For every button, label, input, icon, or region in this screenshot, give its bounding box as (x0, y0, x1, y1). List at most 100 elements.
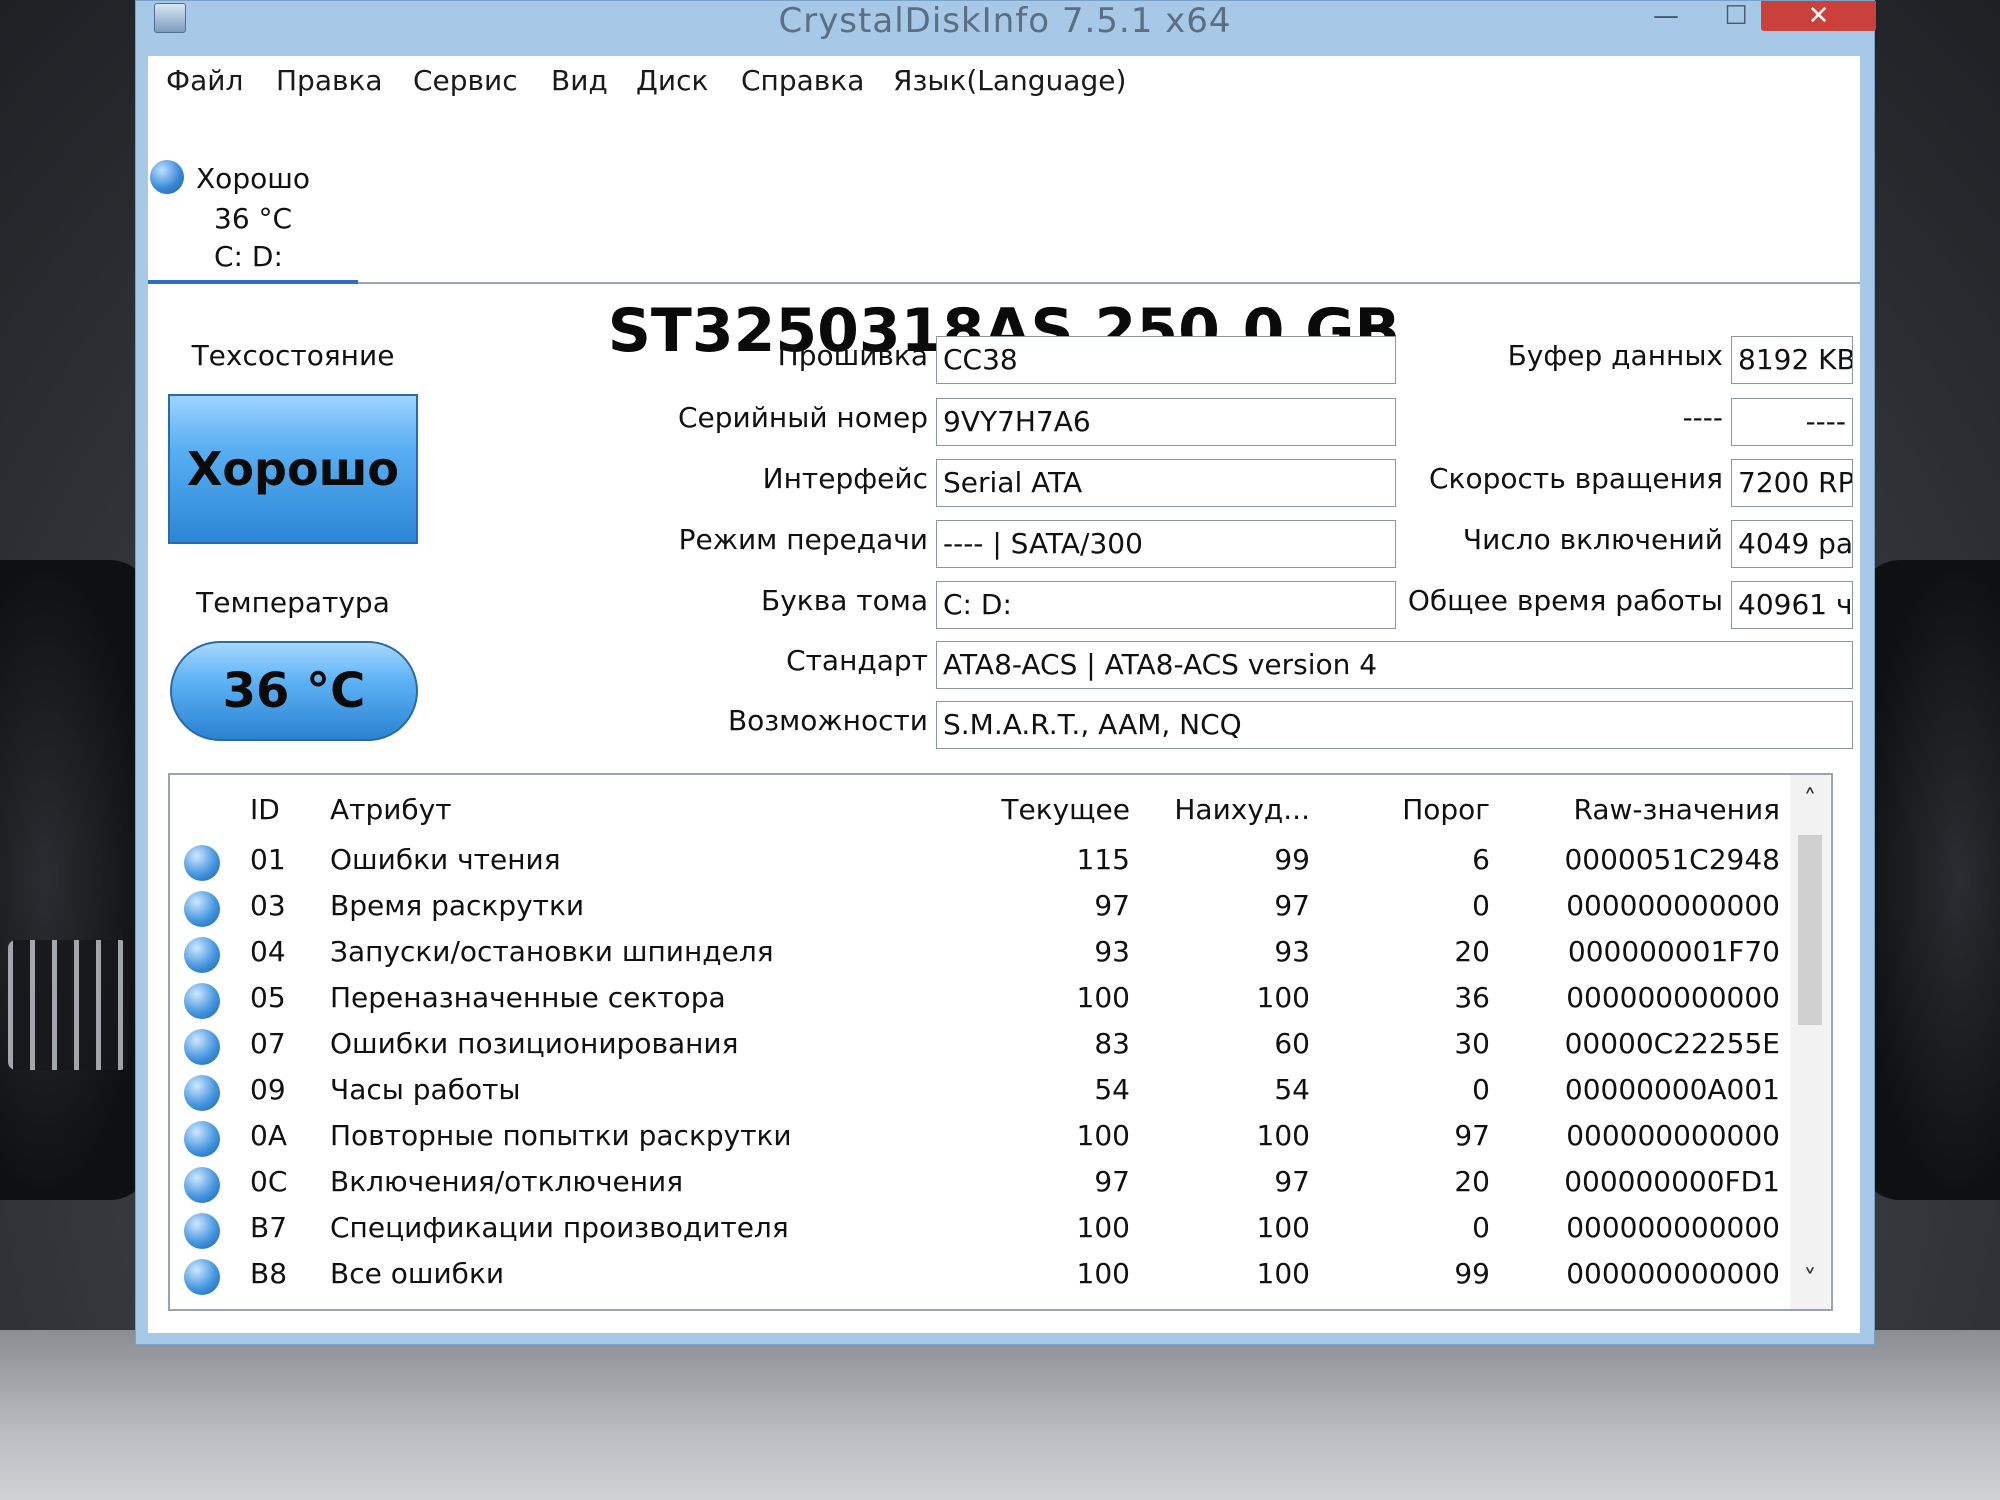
health-label: Техсостояние (191, 339, 395, 372)
row-raw: 000000000000 (1566, 1257, 1780, 1290)
client-area: Файл Правка Сервис Вид Диск Справка Язык… (148, 56, 1860, 1333)
menu-help[interactable]: Справка (741, 64, 864, 97)
row-threshold: 36 (1454, 981, 1490, 1014)
status-dot-icon (184, 983, 220, 1019)
title-bar: CrystalDiskInfo 7.5.1 x64 — ☐ ✕ (136, 1, 1876, 56)
row-attribute: Спецификации производителя (330, 1211, 789, 1244)
close-button[interactable]: ✕ (1761, 1, 1876, 31)
row-current: 97 (1094, 1165, 1130, 1198)
row-current: 83 (1094, 1027, 1130, 1060)
table-row[interactable]: 0A Повторные попытки раскрутки 100 100 97 000… (170, 1115, 1790, 1161)
background-floor (0, 1330, 2000, 1500)
menu-service[interactable]: Сервис (413, 64, 518, 97)
row-current: 54 (1094, 1073, 1130, 1106)
menu-language[interactable]: Язык(Language) (893, 64, 1126, 97)
interface-label: Интерфейс (762, 462, 928, 495)
row-attribute: Повторные попытки раскрутки (330, 1119, 792, 1152)
row-id: 03 (250, 889, 286, 922)
col-header-current[interactable]: Текущее (950, 793, 1130, 826)
features-label: Возможности (727, 704, 928, 737)
row-raw: 000000000000 (1566, 981, 1780, 1014)
menu-view[interactable]: Вид (551, 64, 608, 97)
table-row[interactable]: 0C Включения/отключения 97 97 20 000000000FD1 (170, 1161, 1790, 1207)
features-field: S.M.A.R.T., AAM, NCQ (936, 701, 1853, 749)
table-row[interactable]: B7 Спецификации производителя 100 100 0 00000… (170, 1207, 1790, 1253)
table-row[interactable]: B8 Все ошибки 100 100 99 000000000000 (170, 1253, 1790, 1299)
row-worst: 60 (1274, 1027, 1310, 1060)
row-worst: 100 (1256, 981, 1310, 1014)
nvcache-label: ---- (1682, 401, 1723, 434)
row-worst: 93 (1274, 935, 1310, 968)
table-row[interactable]: 01 Ошибки чтения 115 99 6 0000051C2948 (170, 839, 1790, 885)
row-id: B8 (250, 1257, 288, 1290)
background-car-right (1860, 560, 2000, 1200)
row-threshold: 0 (1472, 889, 1490, 922)
disk-tab-temp: 36 °C (214, 202, 293, 235)
col-header-id[interactable]: ID (250, 793, 280, 826)
row-threshold: 99 (1454, 1257, 1490, 1290)
row-id: 04 (250, 935, 286, 968)
buffer-label: Буфер данных (1507, 339, 1723, 372)
table-row[interactable]: 09 Часы работы 54 54 0 00000000A001 (170, 1069, 1790, 1115)
row-id: 07 (250, 1027, 286, 1060)
row-worst: 100 (1256, 1211, 1310, 1244)
disk-selector-bar: Хорошо 36 °C C: D: (148, 104, 1860, 284)
rotation-rate-field: 7200 RPM (1731, 459, 1853, 507)
table-row[interactable]: 04 Запуски/остановки шпинделя 93 93 20 000000… (170, 931, 1790, 977)
volume-letter-label: Буква тома (761, 584, 928, 617)
menu-edit[interactable]: Правка (276, 64, 383, 97)
status-dot-icon (184, 845, 220, 881)
row-worst: 97 (1274, 889, 1310, 922)
minimize-button[interactable]: — (1636, 1, 1696, 31)
table-row[interactable]: 07 Ошибки позиционирования 83 60 30 00000C222… (170, 1023, 1790, 1069)
standard-label: Стандарт (786, 644, 928, 677)
row-raw: 00000000A001 (1564, 1073, 1780, 1106)
row-id: 09 (250, 1073, 286, 1106)
buffer-field: 8192 KB (1731, 336, 1853, 384)
row-worst: 100 (1256, 1119, 1310, 1152)
health-status-button[interactable]: Хорошо (168, 394, 418, 544)
transfer-mode-label: Режим передачи (678, 523, 928, 556)
col-header-threshold[interactable]: Порог (1360, 793, 1490, 826)
row-current: 100 (1076, 1211, 1130, 1244)
scroll-up-icon[interactable]: ˄ (1790, 785, 1830, 815)
row-threshold: 0 (1472, 1073, 1490, 1106)
status-dot-icon (184, 1075, 220, 1111)
row-attribute: Запуски/остановки шпинделя (330, 935, 774, 968)
menu-file[interactable]: Файл (166, 64, 243, 97)
col-header-attribute[interactable]: Атрибут (330, 793, 452, 826)
status-dot-icon (184, 1121, 220, 1157)
table-row[interactable]: 03 Время раскрутки 97 97 0 000000000000 (170, 885, 1790, 931)
row-threshold: 97 (1454, 1119, 1490, 1152)
smart-scrollbar[interactable]: ˄ ˅ (1790, 775, 1830, 1309)
status-dot-icon (184, 1213, 220, 1249)
nvcache-field: ---- (1731, 398, 1853, 446)
scroll-thumb[interactable] (1798, 835, 1822, 1025)
menu-disk[interactable]: Диск (636, 64, 708, 97)
table-row[interactable]: 05 Переназначенные сектора 100 100 36 0000000… (170, 977, 1790, 1023)
car-grille (8, 940, 128, 1070)
row-id: 0A (250, 1119, 287, 1152)
row-current: 100 (1076, 1257, 1130, 1290)
row-threshold: 0 (1472, 1211, 1490, 1244)
status-dot-icon (184, 1167, 220, 1203)
power-on-hours-label: Общее время работы (1407, 584, 1723, 617)
scroll-down-icon[interactable]: ˅ (1790, 1265, 1830, 1295)
window-title: CrystalDiskInfo 7.5.1 x64 (778, 1, 1232, 41)
row-id: 0C (250, 1165, 288, 1198)
row-threshold: 6 (1472, 843, 1490, 876)
disk-tab[interactable]: Хорошо 36 °C C: D: (148, 104, 358, 284)
row-raw: 000000000000 (1566, 1211, 1780, 1244)
disk-tab-letters: C: D: (214, 240, 283, 273)
maximize-button[interactable]: ☐ (1706, 1, 1766, 31)
temperature-button[interactable]: 36 °C (170, 641, 418, 741)
power-on-count-field: 4049 раз (1731, 520, 1853, 568)
serial-label: Серийный номер (677, 401, 928, 434)
row-raw: 000000000000 (1566, 889, 1780, 922)
col-header-raw[interactable]: Raw-значения (1530, 793, 1780, 826)
power-on-hours-field: 40961 ч (1731, 581, 1853, 629)
col-header-worst[interactable]: Наихуд... (1130, 793, 1310, 826)
row-threshold: 20 (1454, 935, 1490, 968)
transfer-mode-field: ---- | SATA/300 (936, 520, 1396, 568)
row-threshold: 20 (1454, 1165, 1490, 1198)
